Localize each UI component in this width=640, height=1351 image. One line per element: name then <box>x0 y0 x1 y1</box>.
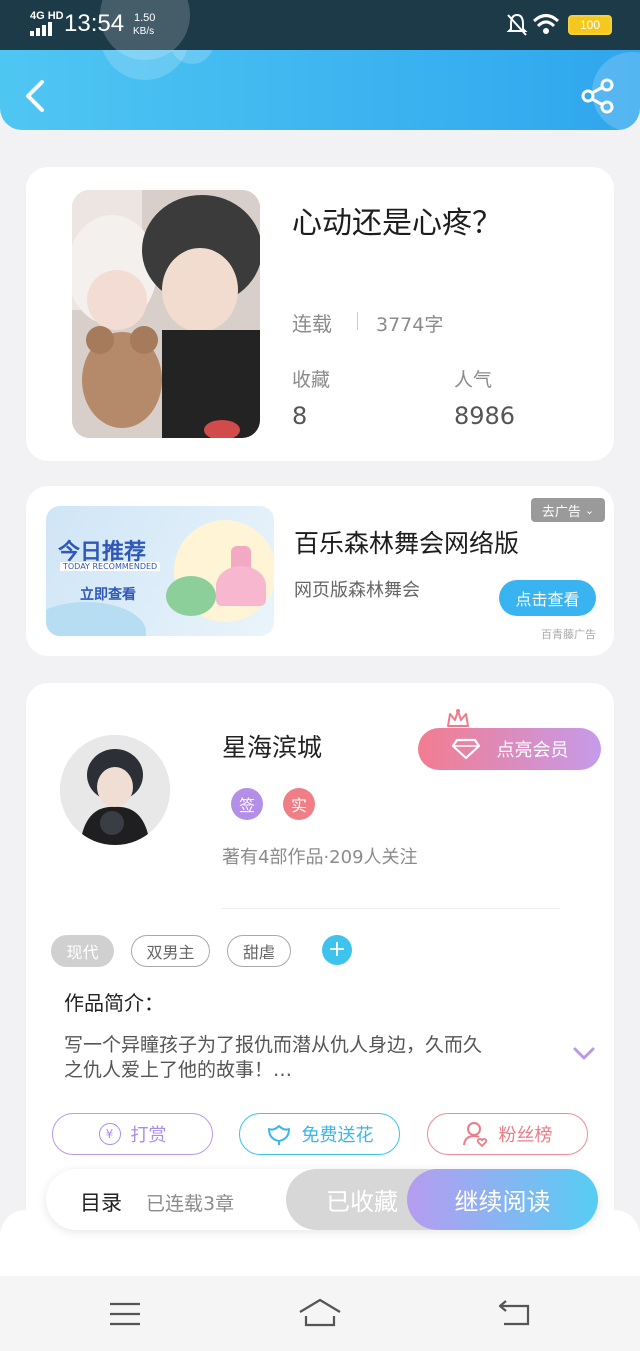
back-arrow-icon[interactable] <box>22 78 50 114</box>
divider <box>357 312 358 330</box>
catalog-button[interactable]: 目录 <box>80 1187 122 1217</box>
diamond-icon <box>451 738 480 760</box>
ad-source: 百青藤广告 <box>541 628 596 641</box>
menu-icon[interactable] <box>106 1300 146 1330</box>
ad-banner-cta: 立即查看 <box>80 587 136 603</box>
ad-banner-image[interactable]: 今日推荐 TODAY RECOMMENDED 立即查看 <box>46 506 274 636</box>
wifi-icon <box>532 14 560 34</box>
decor-dress <box>216 566 266 606</box>
avatar-illustration <box>60 735 170 845</box>
tag-label: 双男主 <box>146 943 195 962</box>
battery-level: 100 <box>579 18 601 32</box>
favorites-value: 8 <box>292 402 308 430</box>
plus-icon: + <box>327 937 347 962</box>
status-bar: 4G HD 13:54 1.50 KB/s 100 <box>0 0 640 60</box>
free-flower-label: 免费送花 <box>301 1125 374 1146</box>
author-avatar[interactable] <box>60 735 170 845</box>
back-nav-icon[interactable] <box>496 1300 532 1328</box>
chevron-down-icon: ⌄ <box>584 503 595 517</box>
reward-button[interactable]: ¥ 打赏 <box>52 1113 213 1155</box>
author-stats: 著有4部作品·209人关注 <box>222 847 418 868</box>
intro-text-line1: 写一个异瞳孩子为了报仇而潜从仇人身边，久而久 <box>64 1034 483 1056</box>
signal-icon <box>30 22 52 36</box>
tag-item[interactable]: 现代 <box>51 935 114 967</box>
tag-label: 现代 <box>66 943 99 962</box>
user-heart-icon <box>462 1122 487 1147</box>
yen-icon: ¥ <box>98 1123 121 1145</box>
battery-icon: 100 <box>568 15 612 35</box>
share-icon[interactable] <box>580 78 616 114</box>
home-icon[interactable] <box>296 1298 344 1328</box>
continue-reading-label: 继续阅读 <box>454 1188 551 1216</box>
verified-badge: 实 <box>283 788 315 820</box>
chapter-count[interactable]: 已连载3章 <box>146 1189 234 1216</box>
mute-bell-icon <box>506 13 528 36</box>
intro-text-line2: 之仇人爱上了他的故事！… <box>64 1059 293 1081</box>
fans-ranking-label: 粉丝榜 <box>498 1125 553 1146</box>
popularity-label: 人气 <box>454 369 493 391</box>
book-status: 连载 <box>292 312 332 336</box>
net-speed: 1.50 <box>134 12 156 24</box>
divider <box>222 908 560 909</box>
collected-label: 已收藏 <box>326 1188 398 1216</box>
network-indicator: 4G HD <box>30 10 64 22</box>
decor-bush <box>166 576 216 616</box>
ad-title: 百乐森林舞会网络版 <box>294 529 520 558</box>
popularity-value: 8986 <box>454 402 516 430</box>
clock: 13:54 <box>64 10 125 37</box>
author-name[interactable]: 星海滨城 <box>222 728 322 764</box>
remove-ad-button[interactable]: 去广告 ⌄ <box>531 498 605 522</box>
continue-reading-button[interactable]: 继续阅读 <box>407 1169 598 1230</box>
vip-button-label: 点亮会员 <box>496 740 569 761</box>
tag-item[interactable]: 双男主 <box>131 935 210 967</box>
book-title: 心动还是心疼？ <box>292 207 502 240</box>
ad-subtitle: 网页版森林舞会 <box>294 580 420 601</box>
ad-view-button[interactable]: 点击查看 <box>499 580 596 616</box>
favorites-label: 收藏 <box>292 369 331 391</box>
book-cover-image[interactable] <box>72 190 260 438</box>
expand-chevron-icon[interactable] <box>572 1046 596 1062</box>
reward-label: 打赏 <box>130 1125 167 1146</box>
fans-ranking-button[interactable]: 粉丝榜 <box>427 1113 588 1155</box>
ad-banner-subtitle: TODAY RECOMMENDED <box>60 562 161 571</box>
add-tag-button[interactable]: + <box>322 935 352 965</box>
net-speed-unit: KB/s <box>133 26 155 37</box>
ad-view-label: 点击查看 <box>515 590 580 609</box>
vip-button[interactable]: 点亮会员 <box>418 728 601 770</box>
cover-illustration <box>72 190 260 438</box>
crown-icon <box>447 709 469 727</box>
remove-ad-label: 去广告 <box>541 504 581 520</box>
tag-label: 甜虐 <box>242 943 275 962</box>
intro-heading: 作品简介： <box>64 991 164 1015</box>
signed-badge-label: 签 <box>238 796 255 815</box>
tag-item[interactable]: 甜虐 <box>227 935 291 967</box>
word-count: 3774字 <box>376 314 444 336</box>
free-flower-button[interactable]: 免费送花 <box>239 1113 400 1155</box>
signed-badge: 签 <box>231 788 263 820</box>
verified-badge-label: 实 <box>290 796 307 815</box>
flower-icon <box>267 1125 290 1145</box>
decor-wave <box>46 602 146 636</box>
